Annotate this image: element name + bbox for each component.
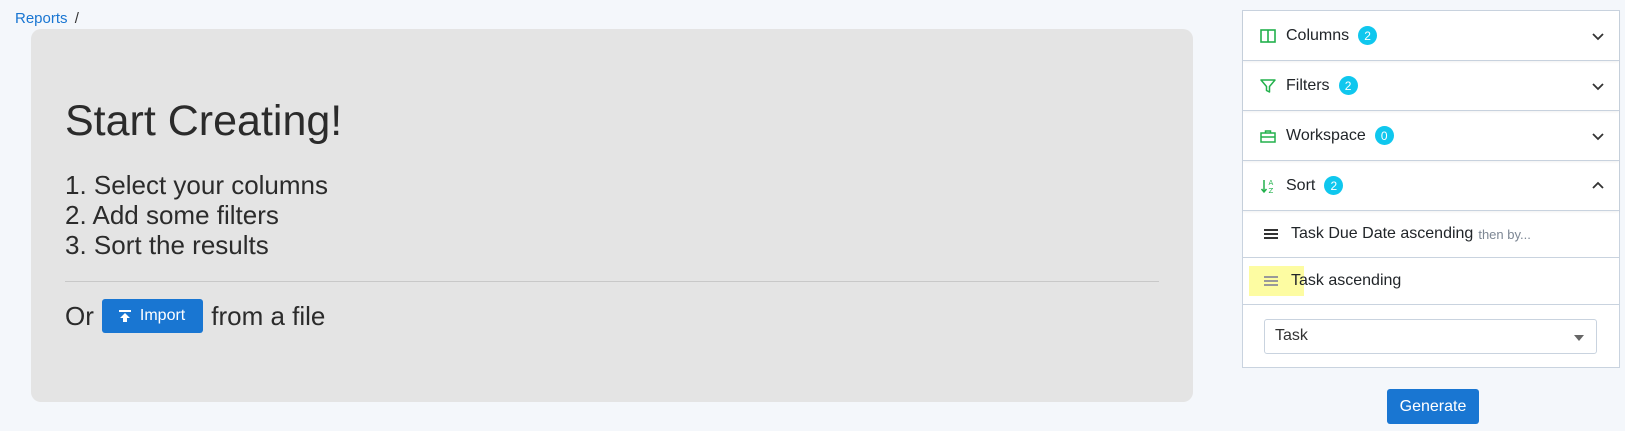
svg-text:Z: Z xyxy=(1269,187,1274,194)
chevron-down-icon xyxy=(1592,32,1604,40)
import-suffix: from a file xyxy=(211,300,326,331)
then-by-hint: then by... xyxy=(1478,226,1531,242)
sort-list-item[interactable]: Task Due Date ascending then by... xyxy=(1243,211,1619,258)
sort-item-content: Task ascending xyxy=(1263,272,1401,290)
sort-count-badge: 2 xyxy=(1324,176,1344,195)
columns-label: Columns xyxy=(1286,26,1350,44)
columns-count-badge: 2 xyxy=(1358,26,1378,45)
sort-item-label: Task Due Date ascending xyxy=(1291,225,1474,242)
filters-count-badge: 2 xyxy=(1338,76,1358,95)
breadcrumb: Reports / xyxy=(15,10,79,27)
drag-handle-icon[interactable] xyxy=(1263,227,1279,241)
sort-icon: AZ xyxy=(1259,177,1277,195)
upload-icon xyxy=(118,310,131,322)
import-button-label: Import xyxy=(139,307,186,324)
sort-select-row: Task xyxy=(1243,305,1619,367)
step-item: 3. Sort the results xyxy=(65,230,269,260)
filters-section-header[interactable]: Filters 2 xyxy=(1243,61,1619,111)
sort-item-label: Task ascending xyxy=(1291,272,1402,289)
step-item: 2. Add some filters xyxy=(65,200,279,230)
import-button[interactable]: Import xyxy=(101,299,204,333)
svg-text:A: A xyxy=(1269,179,1274,187)
drag-handle-icon[interactable] xyxy=(1263,274,1279,288)
workspace-section-header[interactable]: Workspace 0 xyxy=(1243,111,1619,161)
breadcrumb-separator: / xyxy=(74,10,79,27)
report-config-panel: Columns 2 Filters 2 Workspace 0 AZ Sort … xyxy=(1242,10,1620,368)
sort-select-value: Task xyxy=(1275,327,1308,344)
workspace-count-badge: 0 xyxy=(1374,126,1394,145)
sort-label: Sort xyxy=(1286,176,1316,194)
divider xyxy=(65,281,1159,282)
chevron-down-icon xyxy=(1592,132,1604,140)
generate-button[interactable]: Generate xyxy=(1387,389,1479,424)
caret-down-icon xyxy=(1574,334,1584,341)
chevron-down-icon xyxy=(1592,82,1604,90)
import-prefix: Or xyxy=(65,300,94,331)
start-creating-panel: Start Creating! 1. Select your columns 2… xyxy=(31,29,1193,402)
columns-section-header[interactable]: Columns 2 xyxy=(1243,11,1619,61)
breadcrumb-reports-link[interactable]: Reports xyxy=(15,10,68,27)
sort-field-select[interactable]: Task xyxy=(1264,318,1597,354)
filters-label: Filters xyxy=(1286,76,1330,94)
sort-list-item[interactable]: Task ascending xyxy=(1243,258,1619,305)
filter-icon xyxy=(1259,77,1277,95)
chevron-up-icon xyxy=(1592,181,1604,189)
import-row: Or Import from a file xyxy=(65,299,325,333)
steps-list: 1. Select your columns 2. Add some filte… xyxy=(65,170,328,260)
briefcase-icon xyxy=(1259,127,1277,145)
sort-section-header[interactable]: AZ Sort 2 xyxy=(1243,161,1619,211)
hero-title: Start Creating! xyxy=(65,97,343,145)
columns-icon xyxy=(1259,27,1277,45)
step-item: 1. Select your columns xyxy=(65,170,329,200)
workspace-label: Workspace xyxy=(1286,126,1366,144)
